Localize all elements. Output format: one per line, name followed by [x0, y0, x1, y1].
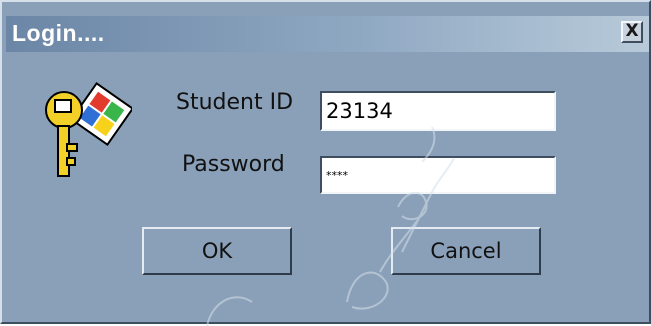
close-button[interactable]: X	[621, 21, 643, 43]
title-bar[interactable]: Login.... X	[6, 16, 649, 52]
student-id-label: Student ID	[176, 90, 294, 115]
password-label: Password	[182, 152, 285, 177]
ok-button[interactable]: OK	[142, 227, 292, 275]
cancel-button[interactable]: Cancel	[391, 227, 541, 275]
login-dialog: Login.... X Student ID Password OK Cance…	[0, 0, 651, 326]
window-title: Login....	[12, 20, 105, 46]
windows-key-icon	[45, 81, 132, 177]
password-input[interactable]	[320, 156, 556, 194]
student-id-input[interactable]	[320, 91, 556, 131]
close-icon: X	[625, 21, 639, 41]
